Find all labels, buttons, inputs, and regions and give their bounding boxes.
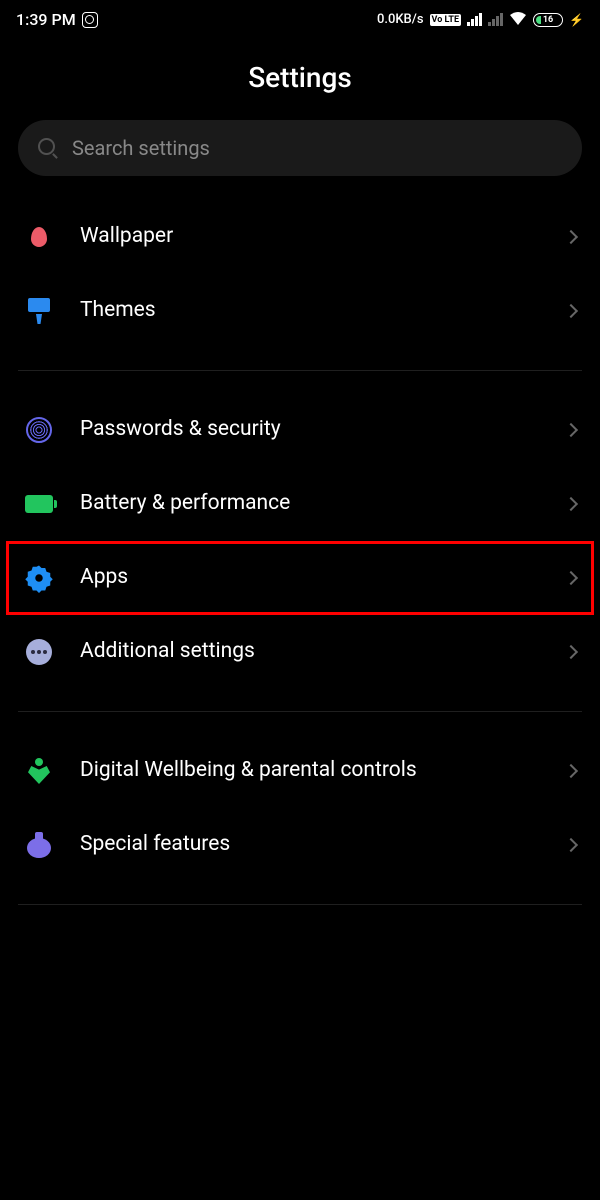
settings-list: Wallpaper Themes Passwords & security Ba…: [0, 176, 600, 905]
battery-performance-label: Battery & performance: [80, 490, 540, 517]
apps-label: Apps: [80, 564, 540, 591]
additional-settings-item[interactable]: Additional settings: [0, 615, 600, 689]
search-placeholder: Search settings: [72, 136, 210, 160]
special-features-label: Special features: [80, 831, 540, 858]
battery-icon: 16: [533, 13, 563, 27]
battery-performance-item[interactable]: Battery & performance: [0, 467, 600, 541]
search-icon: [38, 138, 58, 158]
brush-icon: [24, 296, 54, 326]
chevron-right-icon: [564, 230, 578, 244]
chevron-right-icon: [564, 645, 578, 659]
apps-item[interactable]: Apps: [6, 541, 594, 615]
themes-item[interactable]: Themes: [0, 274, 600, 348]
themes-label: Themes: [80, 297, 540, 324]
additional-settings-label: Additional settings: [80, 638, 540, 665]
chevron-right-icon: [564, 764, 578, 778]
battery-icon: [24, 489, 54, 519]
volte-icon: Vo LTE: [430, 14, 462, 26]
chevron-right-icon: [564, 304, 578, 318]
wifi-icon: [509, 10, 527, 29]
signal-icon: [467, 13, 482, 26]
chevron-right-icon: [564, 497, 578, 511]
wallpaper-label: Wallpaper: [80, 223, 540, 250]
passwords-security-item[interactable]: Passwords & security: [0, 393, 600, 467]
divider: [18, 370, 582, 371]
signal-icon-secondary: [488, 13, 503, 26]
special-features-item[interactable]: Special features: [0, 808, 600, 882]
flower-icon: [24, 222, 54, 252]
flask-icon: [24, 830, 54, 860]
search-input[interactable]: Search settings: [18, 120, 582, 176]
dots-icon: [24, 637, 54, 667]
wallpaper-item[interactable]: Wallpaper: [0, 200, 600, 274]
chevron-right-icon: [564, 838, 578, 852]
data-speed: 0.0KB/s: [377, 12, 424, 27]
charging-icon: ⚡: [569, 13, 584, 27]
chevron-right-icon: [564, 423, 578, 437]
fingerprint-icon: [24, 415, 54, 445]
instagram-icon: [82, 12, 98, 28]
status-left: 1:39 PM: [16, 10, 98, 29]
passwords-security-label: Passwords & security: [80, 416, 540, 443]
heart-icon: [24, 756, 54, 786]
gear-icon: [24, 563, 54, 593]
status-bar: 1:39 PM 0.0KB/s Vo LTE 16 ⚡: [0, 0, 600, 39]
digital-wellbeing-item[interactable]: Digital Wellbeing & parental controls: [0, 734, 600, 808]
clock: 1:39 PM: [16, 10, 76, 29]
chevron-right-icon: [564, 571, 578, 585]
digital-wellbeing-label: Digital Wellbeing & parental controls: [80, 757, 540, 784]
divider: [18, 904, 582, 905]
page-title: Settings: [0, 39, 600, 120]
status-right: 0.0KB/s Vo LTE 16 ⚡: [377, 10, 584, 29]
divider: [18, 711, 582, 712]
